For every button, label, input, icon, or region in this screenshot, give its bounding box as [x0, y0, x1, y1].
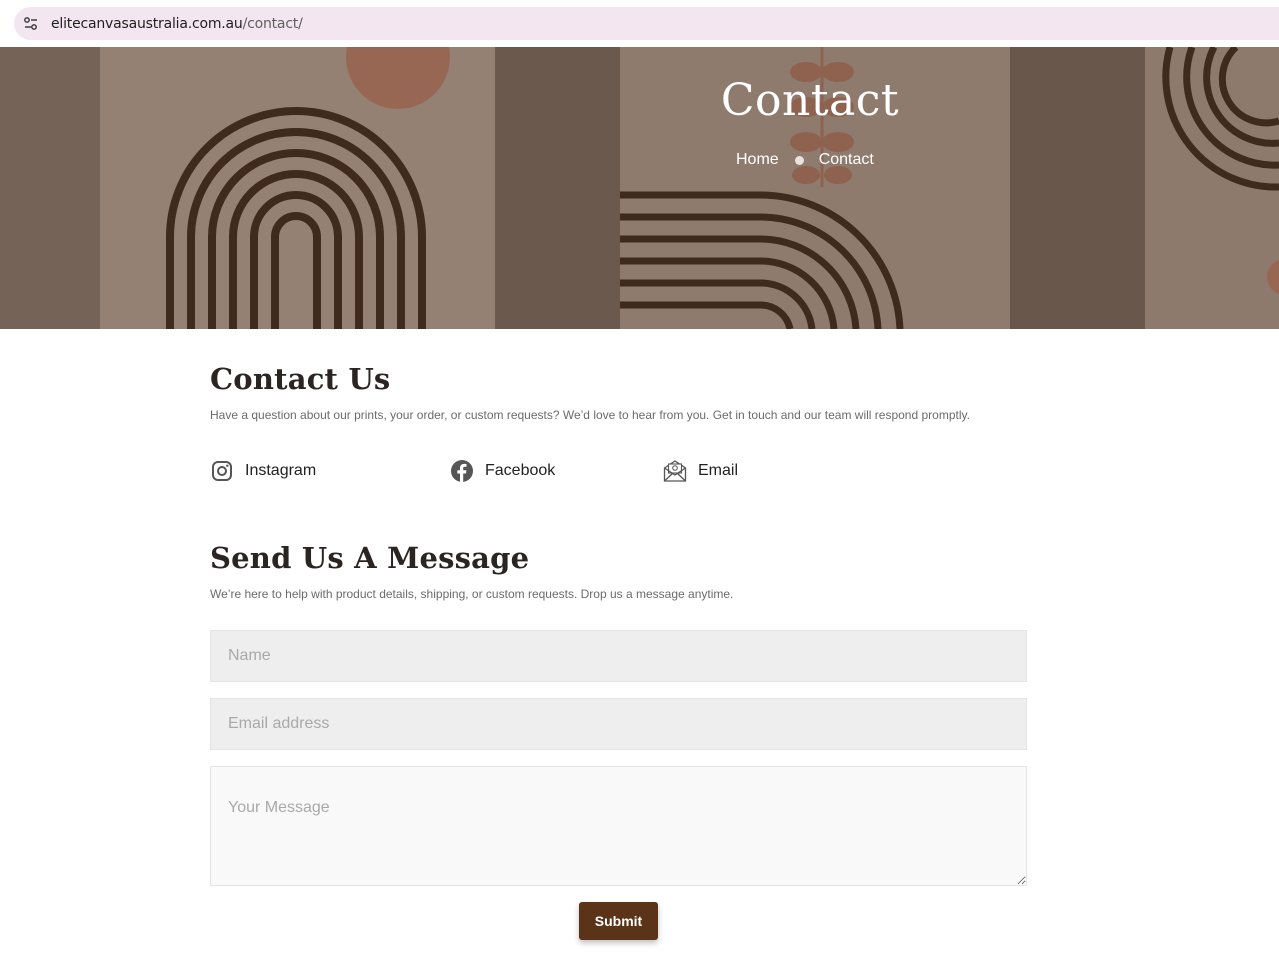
page-title: Contact [720, 75, 900, 126]
email-envelope-icon [663, 459, 687, 483]
email-link[interactable]: Email [663, 459, 738, 483]
tune-icon[interactable] [16, 9, 46, 39]
facebook-icon [450, 459, 474, 483]
instagram-icon [210, 459, 234, 483]
url-domain: elitecanvasaustralia.com.au [51, 15, 243, 32]
url-path: /contact/ [242, 15, 303, 32]
breadcrumb: Home Contact [736, 151, 874, 169]
submit-button[interactable]: Submit [579, 902, 658, 940]
url-text[interactable]: elitecanvasaustralia.com.au/contact/ [51, 16, 303, 32]
instagram-label: Instagram [245, 462, 317, 479]
email-label: Email [698, 462, 739, 479]
contact-us-heading: Contact Us [210, 362, 391, 396]
name-input[interactable] [210, 630, 1027, 682]
message-textarea[interactable] [210, 766, 1027, 886]
facebook-label: Facebook [485, 462, 556, 479]
facebook-link[interactable]: Facebook [450, 459, 555, 483]
browser-address-bar: elitecanvasaustralia.com.au/contact/ [0, 0, 1279, 47]
instagram-link[interactable]: Instagram [210, 459, 316, 483]
breadcrumb-separator-dot [794, 155, 804, 165]
url-bar[interactable]: elitecanvasaustralia.com.au/contact/ [14, 7, 1279, 40]
hero-banner: Contact Home Contact [0, 47, 1279, 329]
breadcrumb-home-link[interactable]: Home [736, 151, 779, 169]
breadcrumb-current: Contact [818, 151, 874, 168]
social-links: Instagram Facebook Email [210, 459, 1027, 483]
send-message-description: We’re here to help with product details,… [210, 587, 734, 601]
contact-us-description: Have a question about our prints, your o… [210, 408, 970, 422]
email-input[interactable] [210, 698, 1027, 750]
send-message-heading: Send Us A Message [210, 541, 530, 575]
